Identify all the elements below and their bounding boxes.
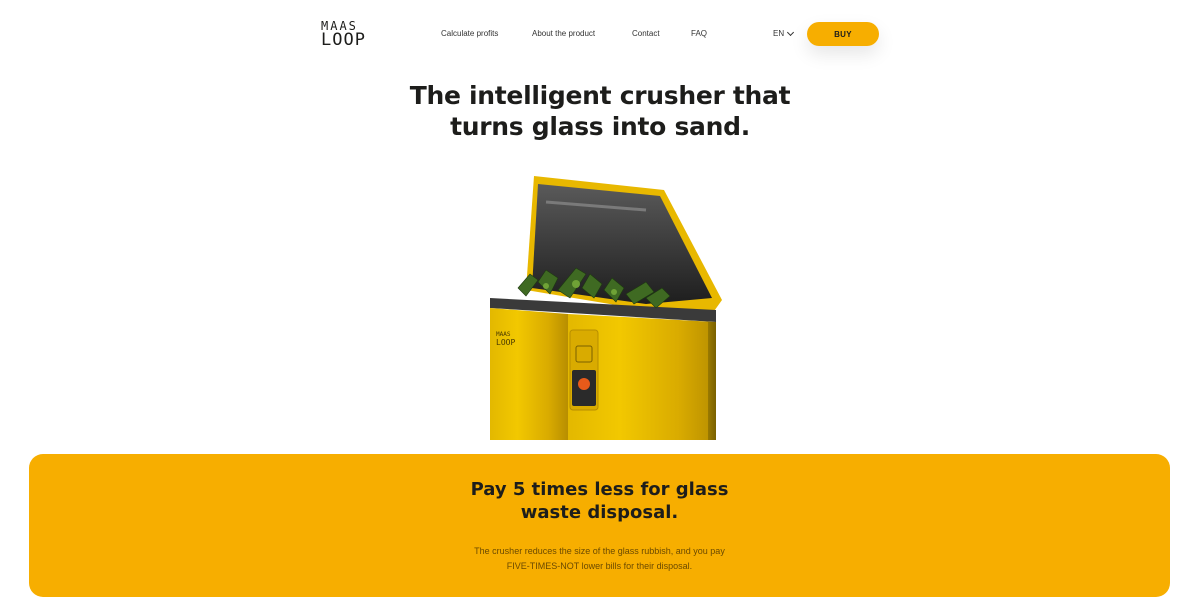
buy-button[interactable]: BUY (807, 22, 879, 46)
nav-item-about-the-product[interactable]: About the product (532, 29, 622, 38)
hero-title-line1: The intelligent crusher that (409, 81, 791, 110)
site-header: MAAS LOOP Calculate profits About the pr… (0, 0, 1200, 70)
hero-title-line2: turns glass into sand. (450, 112, 750, 141)
maas-loop-logo[interactable]: MAAS LOOP (321, 20, 379, 50)
logo-bottom-text: LOOP (321, 30, 366, 50)
nav-item-contact[interactable]: Contact (632, 29, 682, 38)
svg-text:MAAS: MAAS (496, 331, 511, 338)
hero-title: The intelligent crusher that turns glass… (300, 80, 900, 142)
banner-text-line2: FIVE-TIMES-NOT lower bills for their dis… (506, 561, 693, 571)
glass-crusher-product-image: MAAS LOOP (490, 176, 722, 440)
banner-title-line2: waste disposal. (520, 502, 679, 523)
chevron-down-icon (787, 28, 795, 36)
savings-banner: Pay 5 times less for glass waste disposa… (29, 454, 1170, 597)
language-selector[interactable]: EN (773, 28, 795, 38)
banner-title-line1: Pay 5 times less for glass (470, 479, 729, 500)
nav-item-faq[interactable]: FAQ (691, 29, 721, 38)
svg-text:LOOP: LOOP (496, 338, 515, 347)
nav-item-calculate-profits[interactable]: Calculate profits (441, 29, 521, 38)
banner-title: Pay 5 times less for glass waste disposa… (29, 478, 1170, 524)
banner-description: The crusher reduces the size of the glas… (29, 544, 1170, 574)
language-label: EN (773, 29, 785, 38)
banner-text-line1: The crusher reduces the size of the glas… (474, 546, 725, 556)
